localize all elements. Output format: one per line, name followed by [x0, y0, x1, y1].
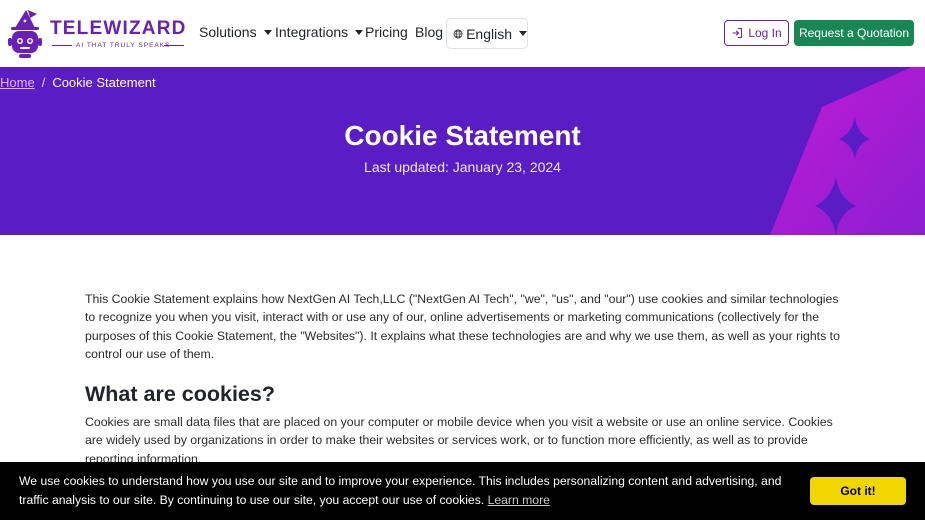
section-paragraph: Cookies are small data files that are pl…	[85, 415, 833, 466]
cookie-statement-content: This Cookie Statement explains how NextG…	[85, 290, 845, 468]
nav-blog-link[interactable]: Blog	[415, 24, 443, 40]
learn-more-link[interactable]: Learn more	[488, 493, 550, 507]
login-button[interactable]: Log In	[724, 20, 789, 46]
language-label: English	[466, 25, 512, 42]
brand-name: TELEWIZARD	[50, 18, 187, 39]
nav-integrations-label: Integrations	[275, 24, 349, 40]
request-quotation-button[interactable]: Request a Quotation	[794, 20, 914, 46]
nav-integrations-dropdown[interactable]: Integrations	[275, 24, 364, 40]
globe-icon	[453, 29, 463, 38]
brand-tagline: AI THAT TRULY SPEAKS	[76, 42, 171, 49]
breadcrumb: Home / Cookie Statement	[0, 75, 156, 90]
chevron-down-icon	[355, 29, 364, 35]
page-hero: Home / Cookie Statement Cookie Statement L…	[0, 67, 925, 235]
cookie-banner-message: We use cookies to understand how you use…	[19, 472, 789, 510]
chevron-down-icon	[263, 29, 272, 35]
chevron-down-icon	[519, 31, 527, 36]
language-selector[interactable]: English	[446, 18, 528, 49]
cookie-consent-banner: We use cookies to understand how you use…	[0, 462, 925, 520]
accept-cookies-button[interactable]: Got it!	[810, 477, 906, 505]
page-title: Cookie Statement	[344, 120, 581, 151]
tagline-divider-right	[164, 45, 184, 46]
cookie-message-text: We use cookies to understand how you use…	[19, 474, 782, 507]
tagline-divider-left	[52, 45, 72, 46]
login-label: Log In	[748, 26, 782, 40]
nav-pricing-link[interactable]: Pricing	[365, 24, 408, 40]
intro-paragraph: This Cookie Statement explains how NextG…	[85, 292, 840, 361]
breadcrumb-separator: /	[41, 75, 46, 90]
nav-solutions-dropdown[interactable]: Solutions	[199, 24, 272, 40]
login-icon	[732, 27, 743, 39]
top-navbar: TELEWIZARD AI THAT TRULY SPEAKS Solution…	[0, 0, 925, 67]
wizard-robot-icon	[8, 10, 42, 58]
brand-logo[interactable]: TELEWIZARD AI THAT TRULY SPEAKS	[6, 8, 186, 60]
breadcrumb-home-link[interactable]: Home	[0, 75, 35, 90]
last-updated-text: Last updated: January 23, 2024	[364, 159, 561, 175]
breadcrumb-current: Cookie Statement	[52, 75, 156, 90]
section-heading: What are cookies?	[85, 382, 275, 407]
nav-solutions-label: Solutions	[199, 24, 257, 40]
